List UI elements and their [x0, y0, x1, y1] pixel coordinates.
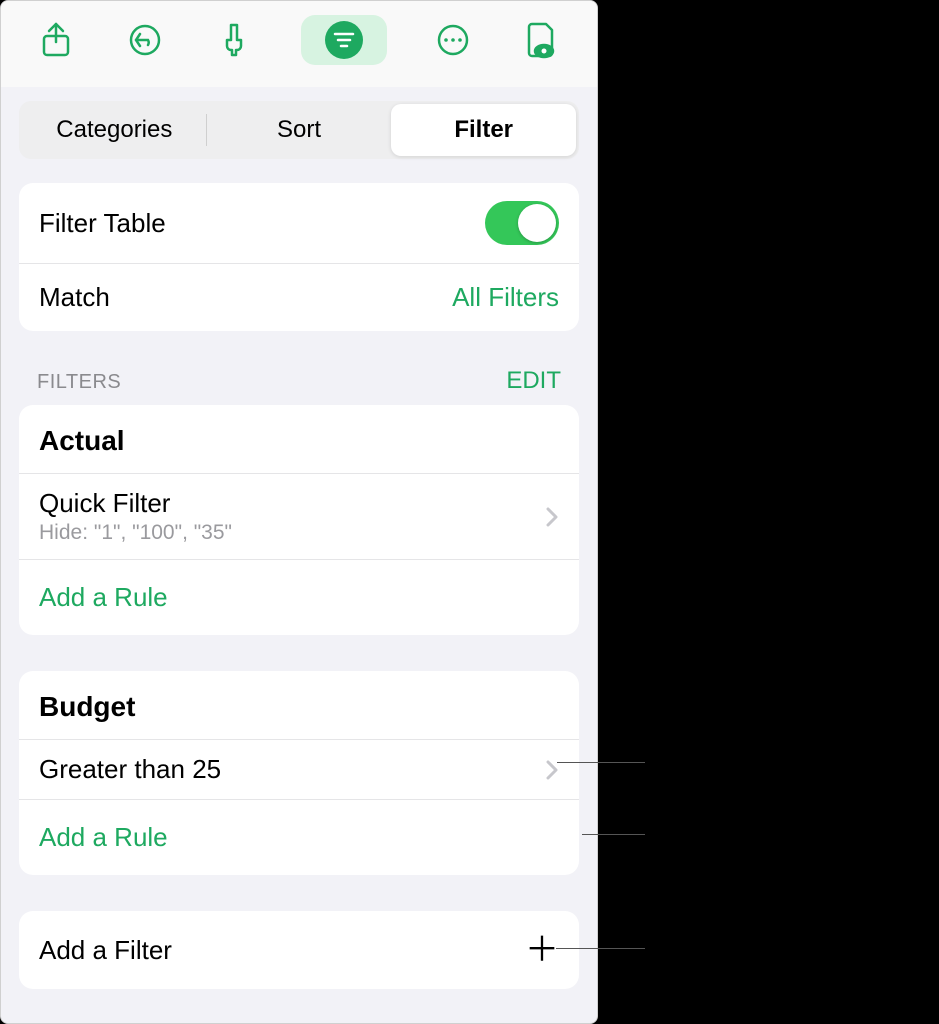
document-view-icon	[526, 21, 558, 59]
toggle-knob	[518, 204, 556, 242]
filters-section-header: FILTERS EDIT	[1, 367, 597, 405]
match-label: Match	[39, 282, 110, 313]
organize-panel: Categories Sort Filter Filter Table Matc…	[0, 0, 598, 1024]
tab-sort[interactable]: Sort	[207, 104, 392, 156]
organize-button[interactable]	[301, 15, 387, 65]
group-title: Actual	[19, 405, 579, 473]
document-view-button[interactable]	[519, 17, 565, 63]
undo-icon	[128, 23, 162, 57]
match-value: All Filters	[452, 282, 559, 313]
more-button[interactable]	[430, 17, 476, 63]
toolbar	[1, 1, 597, 87]
chevron-right-icon	[545, 506, 559, 528]
rule-row-quick-filter[interactable]: Quick Filter Hide: "1", "100", "35"	[19, 473, 579, 559]
undo-button[interactable]	[122, 17, 168, 63]
add-rule-button[interactable]: Add a Rule	[19, 799, 579, 875]
filter-group-budget: Budget Greater than 25 Add a Rule	[19, 671, 579, 875]
group-title: Budget	[19, 671, 579, 739]
tab-categories[interactable]: Categories	[22, 104, 207, 156]
filter-icon	[333, 31, 355, 49]
plus-icon: ＋	[525, 933, 559, 967]
tab-filter[interactable]: Filter	[391, 104, 576, 156]
share-button[interactable]	[33, 17, 79, 63]
match-row[interactable]: Match All Filters	[19, 263, 579, 331]
segmented-control: Categories Sort Filter	[19, 101, 579, 159]
brush-icon	[219, 22, 249, 58]
add-filter-button[interactable]: Add a Filter ＋	[19, 911, 579, 989]
filter-group-actual: Actual Quick Filter Hide: "1", "100", "3…	[19, 405, 579, 635]
filter-settings-card: Filter Table Match All Filters	[19, 183, 579, 331]
rule-row-greater-than[interactable]: Greater than 25	[19, 739, 579, 799]
add-filter-label: Add a Filter	[39, 935, 172, 966]
add-filter-card: Add a Filter ＋	[19, 911, 579, 989]
filter-table-label: Filter Table	[39, 208, 166, 239]
share-icon	[41, 22, 71, 58]
filters-section-label: FILTERS	[37, 371, 121, 394]
filter-table-row: Filter Table	[19, 183, 579, 263]
rule-primary: Greater than 25	[39, 754, 221, 785]
edit-button[interactable]: EDIT	[506, 367, 561, 395]
filter-table-toggle[interactable]	[485, 201, 559, 245]
format-button[interactable]	[211, 17, 257, 63]
callout-line	[582, 834, 645, 835]
callout-line	[556, 948, 645, 949]
more-icon	[436, 23, 470, 57]
rule-primary: Quick Filter	[39, 488, 232, 519]
rule-secondary: Hide: "1", "100", "35"	[39, 521, 232, 545]
callout-line	[557, 762, 645, 763]
add-rule-button[interactable]: Add a Rule	[19, 559, 579, 635]
